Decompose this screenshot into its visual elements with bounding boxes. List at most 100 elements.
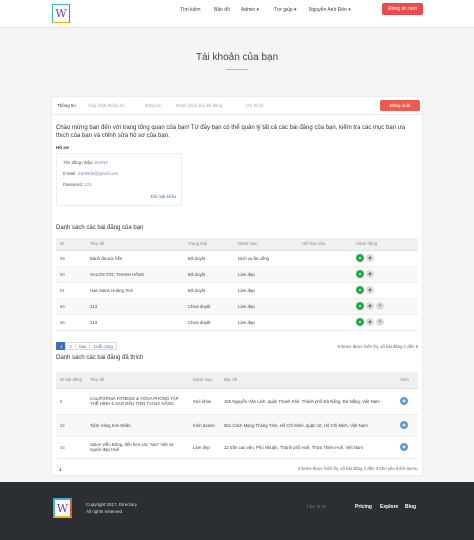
nav-admin[interactable]: Admin ▾ [241,7,259,13]
col-category: Danh mục [189,372,220,389]
table-row: 56 213 Chưa duyệt Làm đẹp ● ◉ ✎ [56,314,418,331]
profile-box: Tên đăng nhập: DonNA E-Mail: tcat9505@gm… [56,153,182,206]
next-page-button[interactable]: Sau [74,342,91,350]
title-divider [226,69,248,70]
post-actions: ● ◉ [352,250,418,267]
post-id[interactable]: 56 [56,314,86,331]
fav-address: 22 trần cao vân, Phú Nhuận, Thành phố Hu… [220,436,396,459]
eye-icon[interactable]: ◉ [366,254,374,262]
table-row: 44 Salon Viễn Đông, đến hẹn các "sao" Vi… [56,436,418,459]
post-new-button[interactable]: Đăng tin mới [382,3,423,15]
nav-search[interactable]: Tìm kiếm [180,7,201,13]
table-row: 54 213 Chưa duyệt Làm đẹp ● ◉ ✎ [56,298,418,315]
post-category: Làm đẹp [234,282,298,299]
post-actions: ● ◉ [352,266,418,283]
favorites-table: ID bài đăng Tiêu đề Danh mục Địa chỉ Xem… [56,372,418,459]
table-row: 5 CALIFORNIA FITNESS & YOGA PHÒNG TẬP TH… [56,388,418,415]
eye-icon[interactable]: ◉ [400,397,408,405]
eye-icon[interactable]: ◉ [366,302,374,310]
site-footer: W Copyright 2017, Directory All rights r… [0,482,474,540]
favorites-count-info: 3 items được hiển thị, số bài đăng 1 đến… [297,466,418,471]
footer-link-explore[interactable]: Explore [380,504,398,510]
eye-icon[interactable]: ◉ [400,421,408,429]
eye-icon[interactable]: ◉ [366,270,374,278]
post-id[interactable]: 51 [56,282,86,299]
favorites-pagination: 1 [56,465,65,473]
nav-map[interactable]: Bản đồ [214,7,230,13]
change-password-link[interactable]: Đổi mật khẩu [151,194,176,199]
top-navbar: W Tìm kiếm Bản đồ Admin ▾ Trợ giúp ▾ Ngu… [0,0,474,28]
footer-link-blog[interactable]: Blog [405,504,416,510]
post-status: Chưa duyệt [184,298,234,315]
tab-favorites[interactable]: Ưa thích [246,103,263,108]
edit-icon[interactable]: ✎ [376,302,384,310]
posts-pagination: 1 2 Sau Cuối cùng [56,342,117,350]
tab-posted-list[interactable]: Danh sách bài đã đăng [176,103,222,108]
fav-view: ◉ [396,414,418,437]
col-title: Tiêu đề [86,372,189,389]
col-post-id: ID bài đăng [56,372,86,389]
tab-info[interactable]: Thông tin [57,103,76,108]
fav-id[interactable]: 5 [56,388,86,415]
view-icon[interactable]: ● [356,254,364,262]
tab-post[interactable]: Đăng tin [145,103,162,108]
nav-user-menu[interactable]: Nguyễn Anh Đôn ▾ [309,7,351,13]
table-row: 50 SALON TÓC THANH HẰNG Đã duyệt Làm đẹp… [56,266,418,283]
post-expires [298,314,352,331]
profile-email: E-Mail: tcat9505@gmail.com [63,171,119,176]
favorites-section-title: Danh sách các bài đăng đã thích [56,355,144,361]
footer-logo[interactable]: W [53,498,72,518]
post-title: SALON TÓC THANH HẰNG [86,266,184,283]
col-status: Trạng thái [184,238,234,251]
post-id[interactable]: 54 [56,298,86,315]
view-icon[interactable]: ● [356,286,364,294]
view-icon[interactable]: ● [356,318,364,326]
post-id[interactable]: 49 [56,250,86,267]
footer-link-pricing[interactable]: Pricing [355,504,372,510]
post-actions: ● ◉ ✎ [352,298,418,315]
eye-icon[interactable]: ◉ [366,318,374,326]
footer-copyright: Copyright 2017, Directory [86,502,138,507]
fav-address: 155 Nguyễn Văn Linh, quận Thanh Khê, Thà… [220,388,396,415]
profile-password: Password: 123 [63,182,92,187]
posts-table: ID Tiêu đề Trạng thái Danh mục Hết hạn v… [56,238,418,331]
posts-count-info: 9 items được hiển thị, số bài đăng 1 đến… [337,344,418,349]
post-actions: ● ◉ ✎ [352,314,418,331]
edit-icon[interactable]: ✎ [376,318,384,326]
last-page-button[interactable]: Cuối cùng [89,342,117,350]
post-title: 213 [86,298,184,315]
col-title: Tiêu đề [86,238,184,251]
view-icon[interactable]: ● [356,302,364,310]
col-id: ID [56,238,86,251]
table-row: 51 Hair Salon Hoàng Toni Đã duyệt Làm đẹ… [56,282,418,299]
col-address: Địa chỉ [220,372,396,389]
table-row: 22 Tiệm Vàng Kim Nhân Kinh doanh 551 Các… [56,414,418,437]
eye-icon[interactable]: ◉ [400,443,408,451]
col-view: Xem [396,372,418,389]
fav-address: 551 Cách Mạng Tháng Tám, Hồ Chí Minh, qu… [220,414,396,437]
site-logo[interactable]: W [52,4,70,23]
page-title: Tài khoản của bạn [195,52,279,63]
post-category: Làm đẹp [234,314,298,331]
social-icons[interactable]: f G+ in ✉ [307,504,325,510]
post-category: Dịch vụ ăn uống [234,250,298,267]
post-status: Đã duyệt [184,266,234,283]
nav-help[interactable]: Trợ giúp ▾ [274,7,297,13]
fav-id[interactable]: 22 [56,414,86,437]
logout-button[interactable]: Đăng xuất [380,100,420,111]
account-panel: Thông tin Cập nhật thông tin Đăng tin Da… [51,96,424,476]
view-icon[interactable]: ● [356,270,364,278]
eye-icon[interactable]: ◉ [366,286,374,294]
post-id[interactable]: 50 [56,266,86,283]
fav-id[interactable]: 44 [56,436,86,459]
profile-heading: Hồ sơ [56,145,69,150]
page-1-button[interactable]: 1 [56,465,65,473]
post-title: Bánh đa xúc hến [86,250,184,267]
welcome-text: Chào mừng bạn đến với trang tổng quan củ… [56,125,406,139]
fav-title: CALIFORNIA FITNESS & YOGA PHÒNG TẬP THỂ … [86,388,189,415]
post-expires [298,282,352,299]
post-expires [298,298,352,315]
post-expires [298,250,352,267]
fav-view: ◉ [396,436,418,459]
tab-update[interactable]: Cập nhật thông tin [88,103,125,108]
